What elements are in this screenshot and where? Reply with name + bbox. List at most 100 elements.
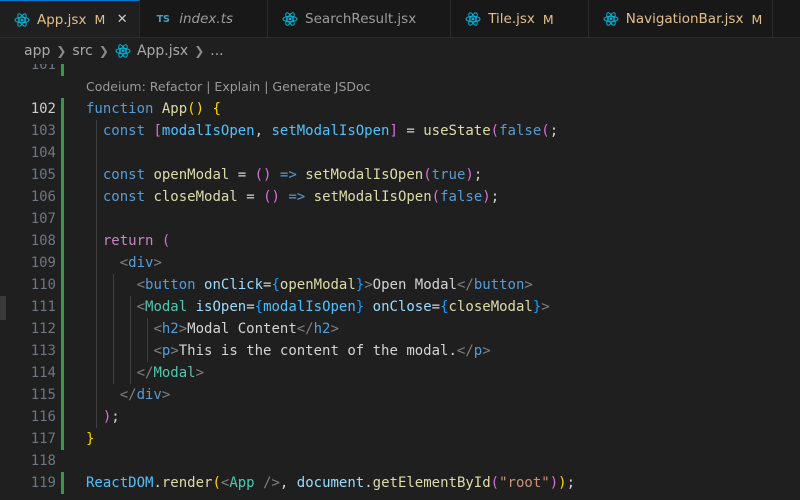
code-line: </Modal>	[86, 362, 204, 384]
code-token: >	[524, 277, 533, 293]
code-line: const closeModal = () => setModalIsOpen(…	[86, 186, 499, 208]
code-token: <	[153, 343, 162, 359]
code-token: (	[161, 233, 171, 249]
code-token: =	[406, 123, 415, 139]
modified-badge: M	[94, 12, 106, 27]
line-number: 107	[30, 211, 56, 227]
code-token: "root"	[499, 475, 550, 491]
code-token: getElementById	[372, 475, 491, 491]
code-editor[interactable]: 101 102 103 104 105 106 107 108 109 110 111 112 113 1…	[0, 64, 800, 500]
codelens-separator: |	[264, 79, 269, 94]
line-number: 101	[30, 64, 56, 73]
code-token: isOpen	[195, 299, 247, 315]
breadcrumb-item-src[interactable]: src	[72, 43, 92, 59]
code-token: (	[541, 123, 550, 139]
tab-navigationbar-jsx[interactable]: NavigationBar.jsx M	[588, 0, 774, 37]
code-token: ;	[566, 475, 575, 491]
code-token: Modal Content	[187, 321, 297, 337]
line-number: 108	[30, 233, 56, 249]
code-token: setModalIsOpen	[313, 189, 432, 205]
line-number: 118	[30, 453, 56, 469]
code-token: closeModal	[448, 299, 533, 315]
code-token: true	[431, 167, 466, 183]
line-number: 103	[30, 123, 56, 139]
code-line: return (	[86, 230, 170, 252]
codelens-explain-link[interactable]: Explain	[214, 79, 260, 94]
code-token: closeModal	[153, 189, 238, 205]
close-icon[interactable]: ✕	[115, 12, 129, 27]
line-number: 112	[30, 321, 56, 337]
code-line: const [modalIsOpen, setModalIsOpen] = us…	[86, 120, 558, 142]
code-token: {	[440, 299, 449, 315]
breadcrumb-item-symbol[interactable]: ...	[210, 43, 223, 59]
code-token: }	[355, 277, 365, 293]
code-token: ()	[263, 189, 280, 205]
line-number: 109	[30, 255, 56, 271]
react-icon	[282, 11, 298, 27]
code-token: {	[254, 299, 264, 315]
codelens-refactor-link[interactable]: Refactor	[150, 79, 202, 94]
tab-app-jsx[interactable]: App.jsx M ✕	[0, 0, 141, 37]
code-token: ()	[254, 167, 272, 183]
indent-guide	[147, 318, 148, 362]
code-token: ;	[111, 409, 120, 425]
code-token: Modal	[145, 299, 188, 315]
code-token: App	[229, 475, 255, 491]
code-line: function App() {	[86, 98, 221, 120]
code-token: =	[246, 299, 255, 315]
code-token: <	[119, 255, 129, 271]
chevron-right-icon: ❯	[98, 44, 109, 58]
code-token: >	[330, 321, 339, 337]
code-area[interactable]: Codeium: Refactor | Explain | Generate JSDoc…	[86, 64, 800, 500]
code-token: ;	[473, 167, 483, 183]
indent-guide	[130, 296, 131, 384]
code-token: div	[128, 255, 154, 271]
codeium-codelens: Codeium: Refactor | Explain | Generate JSDoc	[86, 76, 371, 98]
line-number-gutter: 101 102 103 104 105 106 107 108 109 110 111 112 113 1…	[0, 64, 66, 500]
code-token: This is the content of the modal.	[178, 343, 457, 359]
line-number: 117	[30, 431, 56, 447]
code-token: )	[482, 189, 491, 205]
modified-badge: M	[542, 11, 554, 27]
code-token: modalIsOpen	[161, 123, 255, 139]
breadcrumb-item-app[interactable]: app	[24, 43, 50, 59]
tab-index-ts[interactable]: TS index.ts ✕	[140, 0, 269, 37]
line-number: 113	[30, 343, 56, 359]
modified-badge: M	[751, 11, 763, 27]
line-number: 110	[30, 277, 56, 293]
tab-searchresult-jsx[interactable]: SearchResult.jsx ✕	[268, 0, 452, 37]
breadcrumb-item-file[interactable]: App.jsx	[137, 43, 188, 59]
codelens-prefix: Codeium:	[86, 79, 150, 94]
breadcrumb: app ❯ src ❯ App.jsx ❯ ...	[0, 38, 800, 64]
code-token: >	[195, 365, 205, 381]
code-token: =>	[288, 189, 306, 205]
code-token: Modal	[153, 365, 196, 381]
code-token: =>	[279, 167, 297, 183]
ts-icon: TS	[156, 13, 170, 25]
tab-tile-jsx[interactable]: Tile.jsx M ✕	[451, 0, 589, 37]
codelens-generate-jsdoc-link[interactable]: Generate JSDoc	[272, 79, 370, 94]
chevron-right-icon: ❯	[194, 44, 205, 58]
code-token: {	[212, 101, 221, 117]
code-token: App	[161, 101, 188, 117]
code-token: (	[431, 189, 441, 205]
code-token: button	[473, 277, 525, 293]
git-added-indicator	[61, 98, 64, 450]
code-token: Open Modal	[372, 277, 457, 293]
code-token: const	[102, 189, 146, 205]
code-token: modalIsOpen	[263, 299, 356, 315]
code-token: h2	[313, 321, 331, 337]
code-token: )	[549, 475, 559, 491]
code-line: );	[86, 406, 120, 428]
